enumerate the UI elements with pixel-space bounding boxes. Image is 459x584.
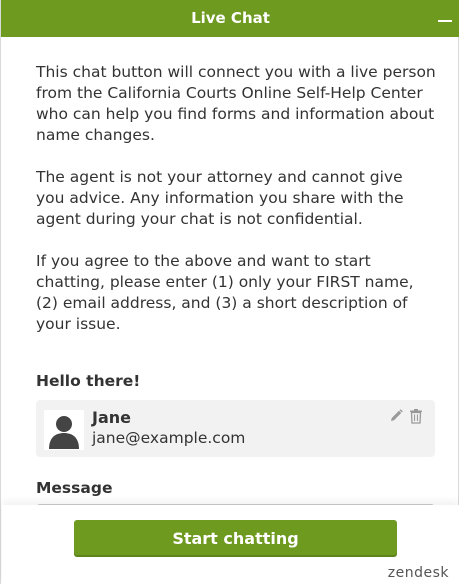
zendesk-brand: zendesk	[387, 565, 449, 581]
intro-text: This chat button will connect you with a…	[36, 62, 436, 356]
person-icon	[44, 410, 84, 450]
minus-icon	[438, 20, 452, 22]
visitor-name: Jane	[92, 408, 131, 427]
intro-paragraph-1: This chat button will connect you with a…	[36, 63, 436, 144]
trash-icon[interactable]	[408, 408, 424, 424]
start-chatting-button[interactable]: Start chatting	[74, 520, 397, 557]
message-label: Message	[36, 479, 113, 497]
greeting-label: Hello there!	[36, 372, 141, 390]
chat-footer: Start chatting zendesk	[2, 505, 459, 584]
chat-title: Live Chat	[191, 9, 270, 27]
live-chat-widget: Live Chat This chat button will connect …	[0, 0, 459, 584]
visitor-email: jane@example.com	[92, 429, 246, 447]
visitor-card: Jane jane@example.com	[36, 400, 435, 457]
pencil-icon[interactable]	[388, 408, 404, 424]
intro-paragraph-3: If you agree to the above and want to st…	[36, 252, 414, 333]
chat-header: Live Chat	[1, 0, 459, 37]
intro-paragraph-2: The agent is not your attorney and canno…	[36, 168, 404, 228]
minimize-button[interactable]	[430, 0, 459, 37]
